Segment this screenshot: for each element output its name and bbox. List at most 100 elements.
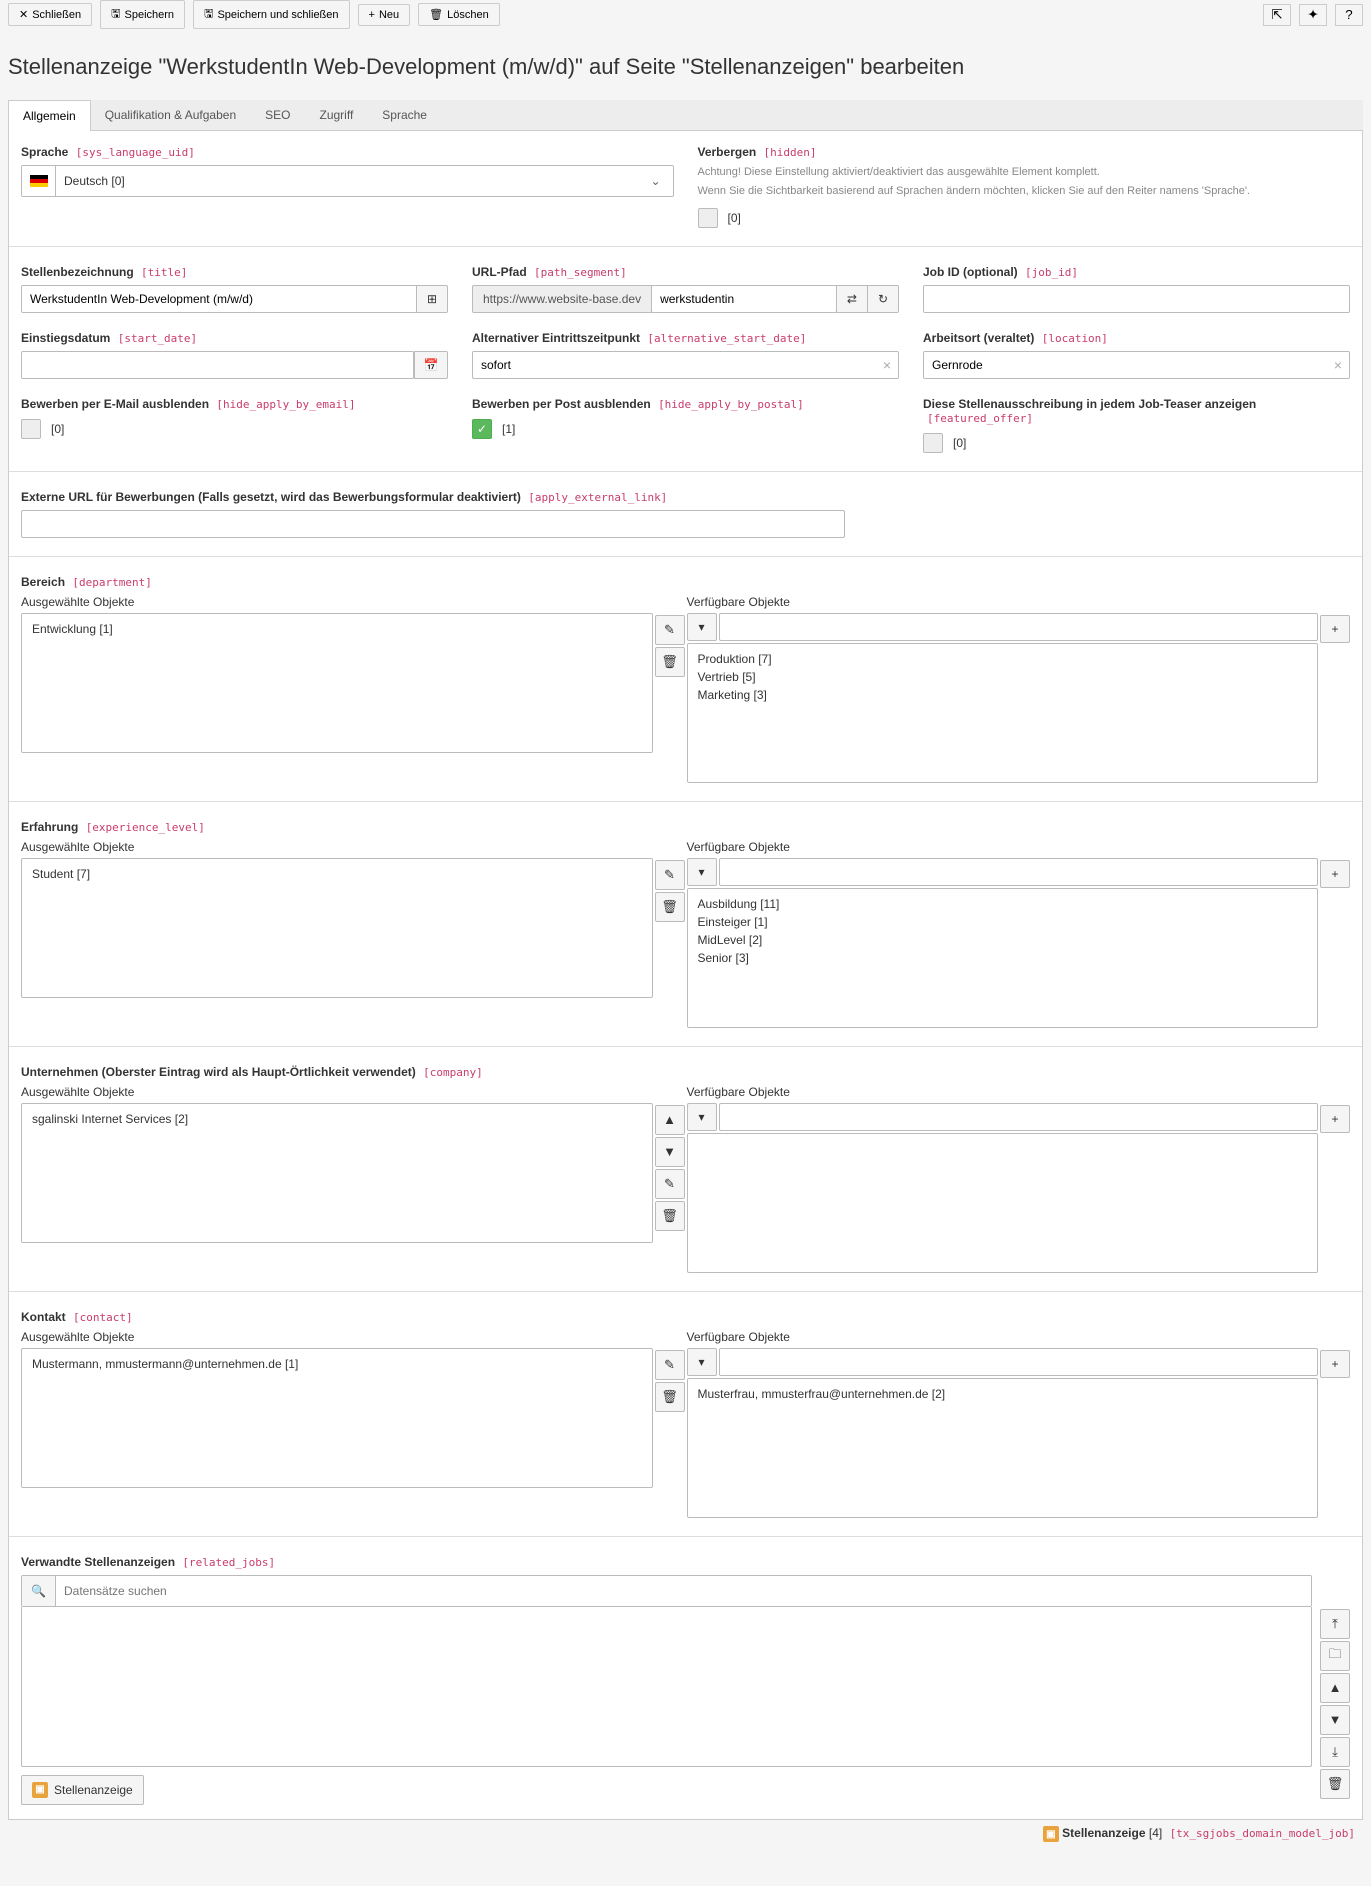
list-item[interactable]: Ausbildung [11] (694, 895, 1312, 913)
jobid-input[interactable] (923, 285, 1350, 313)
remove-button[interactable]: 🗑 (655, 1201, 685, 1231)
record-icon: ▣ (1043, 1826, 1059, 1842)
edit-button[interactable]: ✎ (655, 615, 685, 645)
url-toggle-button[interactable]: ⇄ (836, 285, 868, 313)
pencil-icon: ✎ (664, 1357, 675, 1373)
footer-record-link[interactable]: Stellenanzeige (1062, 1826, 1145, 1840)
contact-available-list[interactable]: Musterfrau, mmusterfrau@unternehmen.de [… (687, 1378, 1319, 1518)
hidden-checkbox[interactable] (698, 208, 718, 228)
edit-button[interactable]: ✎ (655, 1350, 685, 1380)
add-button[interactable]: + (1320, 1105, 1350, 1133)
tab-seo[interactable]: SEO (251, 100, 305, 130)
new-button[interactable]: +Neu (358, 4, 411, 26)
list-item[interactable]: sgalinski Internet Services [2] (28, 1110, 646, 1128)
location-input[interactable] (923, 351, 1350, 379)
folder-icon: 🗀 (1328, 1645, 1341, 1667)
close-button[interactable]: ✕Schließen (8, 3, 92, 26)
add-button[interactable]: + (1320, 860, 1350, 888)
page-title: Stellenanzeige "WerkstudentIn Web-Develo… (8, 54, 1363, 80)
move-bottom-button[interactable]: ⤓ (1320, 1737, 1350, 1767)
company-available-list[interactable] (687, 1133, 1319, 1273)
bottom-icon: ⤓ (1332, 1744, 1338, 1760)
tab-zugriff[interactable]: Zugriff (305, 100, 368, 130)
hide-email-label: Bewerben per E-Mail ausblenden [hide_app… (21, 397, 448, 411)
list-item[interactable]: Student [7] (28, 865, 646, 883)
star-icon: ✦ (1307, 7, 1318, 23)
help-button[interactable]: ? (1335, 4, 1363, 26)
add-related-button[interactable]: ▣ Stellenanzeige (21, 1775, 144, 1805)
move-top-button[interactable]: ⤒ (1320, 1609, 1350, 1639)
delete-item-button[interactable]: 🗑 (1320, 1769, 1350, 1799)
datepicker-button[interactable]: 📅 (414, 351, 448, 379)
startdate-input[interactable] (21, 351, 414, 379)
experience-available-list[interactable]: Ausbildung [11] Einsteiger [1] MidLevel … (687, 888, 1319, 1028)
contact-label: Kontakt [contact] (21, 1310, 1350, 1324)
list-item[interactable]: Entwicklung [1] (28, 620, 646, 638)
remove-button[interactable]: 🗑 (655, 647, 685, 677)
company-filter-input[interactable] (719, 1103, 1319, 1131)
clear-icon[interactable]: × (1334, 357, 1342, 373)
url-recalc-button[interactable]: ↻ (867, 285, 899, 313)
department-selected-list[interactable]: Entwicklung [1] (21, 613, 653, 753)
title-helper-button[interactable]: ⊞ (416, 285, 448, 313)
list-item[interactable]: MidLevel [2] (694, 931, 1312, 949)
language-label: Sprache [sys_language_uid] (21, 145, 674, 159)
move-down-button[interactable]: ▼ (655, 1137, 685, 1167)
hide-email-checkbox[interactable] (21, 419, 41, 439)
tab-sprache[interactable]: Sprache (368, 100, 442, 130)
delete-button[interactable]: 🗑Löschen (418, 3, 500, 26)
pencil-icon: ✎ (664, 622, 675, 638)
altstart-label: Alternativer Eintrittszeitpunkt [alterna… (472, 331, 899, 345)
edit-button[interactable]: ✎ (655, 1169, 685, 1199)
title-input[interactable] (21, 285, 417, 313)
remove-button[interactable]: 🗑 (655, 1382, 685, 1412)
save-button[interactable]: 🖫Speichern (100, 0, 185, 29)
clear-icon[interactable]: × (883, 357, 891, 373)
bookmark-button[interactable]: ✦ (1299, 4, 1327, 26)
related-search-input[interactable] (56, 1576, 1311, 1606)
share-button[interactable]: ⇱ (1263, 4, 1291, 26)
remove-button[interactable]: 🗑 (655, 892, 685, 922)
list-item[interactable]: Marketing [3] (694, 686, 1312, 704)
list-item[interactable]: Einsteiger [1] (694, 913, 1312, 931)
list-item[interactable]: Musterfrau, mmusterfrau@unternehmen.de [… (694, 1385, 1312, 1403)
contact-filter-input[interactable] (719, 1348, 1319, 1376)
filter-icon: ▾ (687, 1348, 717, 1376)
move-up-button[interactable]: ▲ (1320, 1673, 1350, 1703)
related-list[interactable] (21, 1607, 1312, 1767)
move-down-button[interactable]: ▼ (1320, 1705, 1350, 1735)
add-button[interactable]: + (1320, 615, 1350, 643)
altstart-input[interactable] (472, 351, 899, 379)
move-up-button[interactable]: ▲ (655, 1105, 685, 1135)
department-available-list[interactable]: Produktion [7] Vertrieb [5] Marketing [3… (687, 643, 1319, 783)
tab-allgemein[interactable]: Allgemein (8, 100, 91, 131)
trash-icon: 🗑 (661, 1389, 678, 1405)
company-selected-list[interactable]: sgalinski Internet Services [2] (21, 1103, 653, 1243)
experience-filter-input[interactable] (719, 858, 1319, 886)
plus-icon: + (1331, 1112, 1338, 1126)
contact-selected-list[interactable]: Mustermann, mmustermann@unternehmen.de [… (21, 1348, 653, 1488)
trash-icon: 🗑 (661, 899, 678, 915)
browse-button[interactable]: 🗀 (1320, 1641, 1350, 1671)
edit-button[interactable]: ✎ (655, 860, 685, 890)
featured-checkbox[interactable] (923, 433, 943, 453)
chevron-down-icon: ⌄ (639, 166, 673, 196)
hide-postal-checkbox[interactable]: ✓ (472, 419, 492, 439)
trash-icon: 🗑 (661, 654, 678, 670)
list-item[interactable]: Senior [3] (694, 949, 1312, 967)
tab-qualifikation[interactable]: Qualifikation & Aufgaben (91, 100, 251, 130)
save-close-button[interactable]: 🖫Speichern und schließen (193, 0, 349, 29)
list-item[interactable]: Mustermann, mmustermann@unternehmen.de [… (28, 1355, 646, 1373)
list-item[interactable]: Vertrieb [5] (694, 668, 1312, 686)
close-icon: ✕ (19, 8, 28, 21)
filter-icon: ▾ (687, 1103, 717, 1131)
experience-selected-list[interactable]: Student [7] (21, 858, 653, 998)
department-label: Bereich [department] (21, 575, 1350, 589)
hide-postal-label: Bewerben per Post ausblenden [hide_apply… (472, 397, 899, 411)
language-select[interactable]: Deutsch [0] ⌄ (21, 165, 674, 197)
list-item[interactable]: Produktion [7] (694, 650, 1312, 668)
department-filter-input[interactable] (719, 613, 1319, 641)
external-url-input[interactable] (21, 510, 845, 538)
add-button[interactable]: + (1320, 1350, 1350, 1378)
url-slug-input[interactable] (651, 285, 837, 313)
